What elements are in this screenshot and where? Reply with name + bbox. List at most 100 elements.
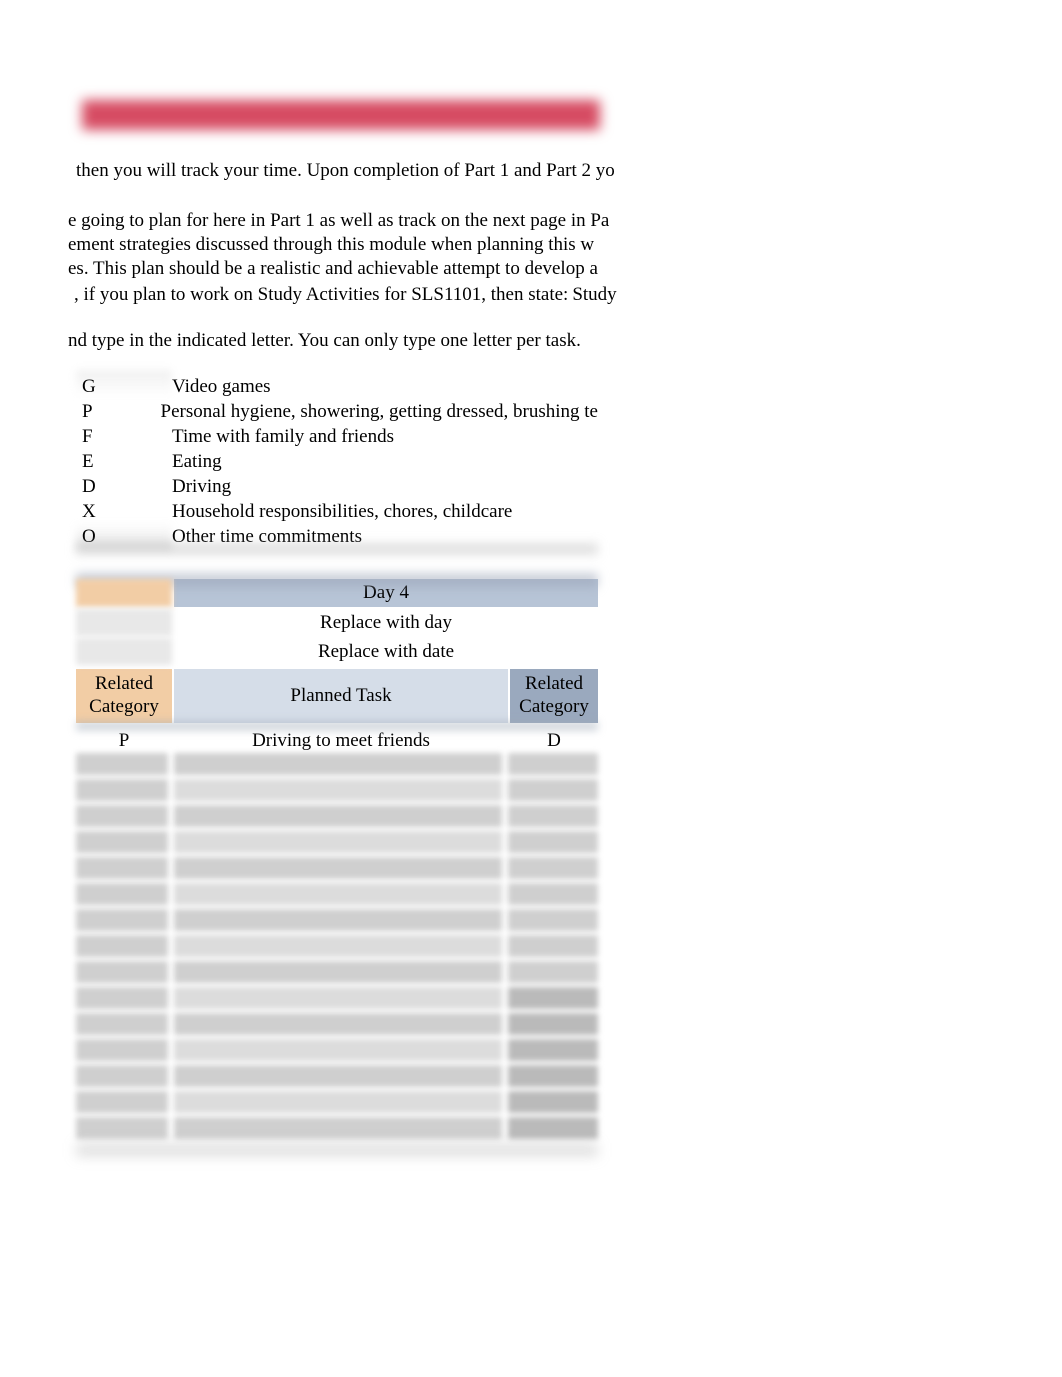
cell-redacted	[76, 857, 168, 879]
cell-redacted	[174, 987, 502, 1009]
cell-redacted	[508, 883, 598, 905]
cell-redacted	[76, 1065, 168, 1087]
schedule-table: Day 4 Replace with day Replace with date…	[76, 579, 598, 1157]
legend-row: OOther time commitments	[76, 524, 598, 549]
cell-redacted	[508, 857, 598, 879]
cell-redacted	[174, 909, 502, 931]
cell-redacted	[76, 753, 168, 775]
cell-redacted	[76, 909, 168, 931]
header-planned-task: Planned Task	[172, 669, 508, 723]
header-related-category-left: Related Category	[76, 669, 172, 723]
cell-redacted	[174, 857, 502, 879]
schedule-date-input[interactable]: Replace with date	[172, 638, 598, 665]
cell-redacted	[174, 1065, 502, 1087]
instruction-line-6: nd type in the indicated letter. You can…	[68, 330, 608, 352]
cell-redacted	[174, 779, 502, 801]
cell-redacted	[76, 961, 168, 983]
legend-description: Eating	[172, 451, 598, 473]
cell-redacted	[76, 883, 168, 905]
legend-code: X	[76, 501, 172, 523]
legend-code: F	[76, 426, 172, 448]
table-row-redacted	[76, 987, 598, 1009]
table-row-redacted	[76, 831, 598, 853]
cell-redacted	[508, 935, 598, 957]
table-row-redacted	[76, 1091, 598, 1113]
cell-redacted	[508, 961, 598, 983]
cell-redacted	[174, 961, 502, 983]
schedule-day-label: Day 4	[172, 579, 598, 607]
legend-code: E	[76, 451, 172, 473]
instruction-line-5a: , if you plan to work on Study Activitie…	[74, 284, 568, 305]
header-related-category-right: Related Category	[508, 669, 598, 723]
legend-description: Other time commitments	[172, 526, 598, 548]
instruction-line-5: , if you plan to work on Study Activitie…	[74, 284, 608, 306]
instruction-line-1: then you will track your time. Upon comp…	[76, 160, 608, 182]
legend-description: Personal hygiene, showering, getting dre…	[161, 401, 598, 423]
cell-redacted	[76, 1117, 168, 1139]
schedule-date-left-blank	[76, 638, 172, 665]
instruction-line-3: ement strategies discussed through this …	[68, 234, 608, 256]
table-row-redacted	[76, 1117, 598, 1139]
category-legend: GVideo gamesPPersonal hygiene, showering…	[76, 374, 598, 549]
table-row-redacted	[76, 779, 598, 801]
table-row-redacted	[76, 1013, 598, 1035]
cell-redacted	[174, 1117, 502, 1139]
legend-row: XHousehold responsibilities, chores, chi…	[76, 499, 598, 524]
table-row-redacted	[76, 883, 598, 905]
instruction-line-4: es. This plan should be a realistic and …	[68, 258, 608, 280]
instruction-line-5b: Study	[572, 284, 616, 305]
schedule-column-headers: Related Category Planned Task Related Ca…	[76, 665, 598, 723]
cell-redacted	[508, 1065, 598, 1087]
schedule-dayname-input[interactable]: Replace with day	[172, 609, 598, 636]
table-row-redacted	[76, 805, 598, 827]
schedule-dayname-left-blank	[76, 609, 172, 636]
cell-redacted	[76, 987, 168, 1009]
cell-planned-task[interactable]: Driving to meet friends	[172, 729, 508, 753]
cell-redacted	[76, 1013, 168, 1035]
legend-row: GVideo games	[76, 374, 598, 399]
table-row-redacted	[76, 857, 598, 879]
instruction-line-2: e going to plan for here in Part 1 as we…	[68, 210, 608, 232]
table-row-redacted	[76, 1039, 598, 1061]
table-row: PDriving to meet friendsD	[76, 729, 598, 753]
legend-description: Driving	[172, 476, 598, 498]
cell-redacted	[76, 779, 168, 801]
cell-related-category-left[interactable]: P	[76, 729, 172, 753]
cell-redacted	[508, 1091, 598, 1113]
legend-description: Household responsibilities, chores, chil…	[172, 501, 598, 523]
legend-code: D	[76, 476, 172, 498]
cell-redacted	[76, 935, 168, 957]
schedule-day-left-blank	[76, 579, 172, 607]
cell-redacted	[76, 1039, 168, 1061]
legend-code: P	[76, 401, 161, 423]
legend-code: O	[76, 526, 172, 548]
cell-redacted	[174, 1091, 502, 1113]
legend-description: Time with family and friends	[172, 426, 598, 448]
cell-redacted	[76, 805, 168, 827]
cell-redacted	[174, 883, 502, 905]
cell-redacted	[508, 1039, 598, 1061]
cell-related-category-right[interactable]: D	[508, 729, 598, 753]
legend-description: Video games	[172, 376, 598, 398]
legend-row: PPersonal hygiene, showering, getting dr…	[76, 399, 598, 424]
cell-redacted	[508, 753, 598, 775]
cell-redacted	[508, 1117, 598, 1139]
title-bar-redacted	[82, 100, 600, 130]
cell-redacted	[508, 831, 598, 853]
cell-redacted	[174, 753, 502, 775]
legend-code: G	[76, 376, 172, 398]
cell-redacted	[174, 1013, 502, 1035]
cell-redacted	[508, 805, 598, 827]
cell-redacted	[174, 831, 502, 853]
cell-redacted	[508, 1013, 598, 1035]
table-row-redacted	[76, 753, 598, 775]
table-row-redacted	[76, 961, 598, 983]
table-row-redacted	[76, 935, 598, 957]
table-row-redacted	[76, 1065, 598, 1087]
cell-redacted	[174, 805, 502, 827]
cell-redacted	[508, 909, 598, 931]
schedule-day-row: Day 4	[76, 579, 598, 607]
cell-redacted	[174, 935, 502, 957]
table-row-redacted	[76, 909, 598, 931]
cell-redacted	[508, 779, 598, 801]
